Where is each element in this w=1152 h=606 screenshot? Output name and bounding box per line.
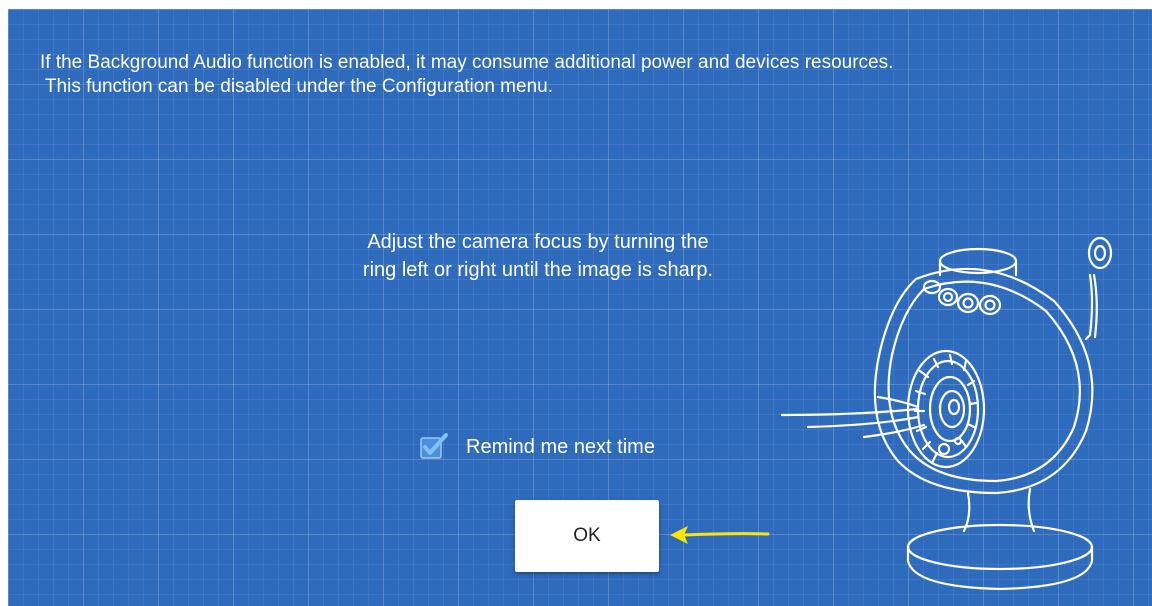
ok-button[interactable]: OK [515, 500, 659, 572]
remind-me-checkbox-row[interactable]: Remind me next time [420, 432, 655, 462]
yellow-arrow-annotation-icon [670, 526, 770, 544]
instruction-line-2: ring left or right until the image is sh… [362, 259, 714, 281]
checkmark-icon [420, 433, 448, 459]
focus-instruction: Adjust the camera focus by turning the r… [298, 228, 778, 284]
remind-me-checkbox[interactable] [420, 433, 448, 461]
notice-text-line-2: This function can be disabled under the … [40, 76, 553, 97]
instruction-line-1: Adjust the camera focus by turning the [367, 231, 709, 253]
camera-illustration-icon [780, 236, 1113, 591]
focus-dialog: If the Background Audio function is enab… [8, 9, 1152, 606]
background-audio-notice: If the Background Audio function is enab… [40, 51, 1090, 99]
remind-me-label: Remind me next time [466, 435, 655, 458]
notice-text-line-1: If the Background Audio function is enab… [40, 52, 894, 73]
